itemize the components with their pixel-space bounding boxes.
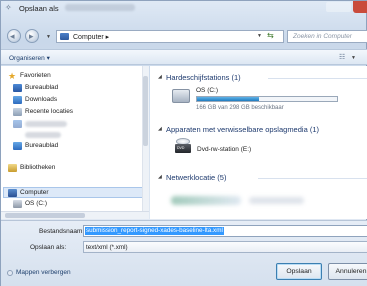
nav-drive-c-label: OS (C:) [25, 200, 48, 207]
desktop-icon [13, 142, 22, 150]
computer-icon [60, 33, 69, 40]
nav-desktop-2[interactable]: Bureaublad [1, 141, 141, 152]
save-type-value: text/xml (*.xml) [86, 244, 128, 251]
nav-favorites-label: Favorieten [20, 72, 51, 79]
address-path[interactable]: Computer ▸ [73, 33, 109, 41]
computer-icon [8, 189, 17, 197]
nav-hscroll-thumb[interactable] [5, 213, 85, 218]
collapse-triangle-icon[interactable]: ◢ [158, 174, 162, 180]
organize-button[interactable]: Organiseren ▾ [9, 54, 50, 62]
blurred-label-2 [25, 132, 61, 138]
save-type-select[interactable]: text/xml (*.xml) [83, 241, 367, 253]
window-title: Opslaan als [19, 4, 59, 13]
cancel-button[interactable]: Annuleren [328, 263, 367, 280]
back-arrow-icon: ◂ [10, 31, 15, 41]
nav-desktop-2-label: Bureaublad [25, 142, 59, 149]
back-button[interactable]: ◂ [7, 29, 21, 43]
app-icon: ✧ [5, 3, 12, 12]
desktop-icon [13, 84, 22, 92]
forward-button[interactable]: ▸ [25, 29, 39, 43]
folder-icon [13, 120, 22, 128]
star-icon: ★ [8, 71, 17, 81]
address-dropdown-icon[interactable]: ▼ [257, 33, 262, 39]
blurred-network-item[interactable] [171, 196, 241, 205]
nav-downloads[interactable]: Downloads [1, 95, 141, 106]
refresh-icon[interactable]: ⇆ [267, 31, 274, 40]
close-button[interactable] [353, 1, 367, 13]
history-dropdown-icon[interactable]: ▼ [46, 34, 51, 40]
nav-computer[interactable]: Computer [1, 188, 141, 199]
navigation-pane: ★ Favorieten Bureaublad Downloads Recent… [1, 66, 149, 219]
nav-libraries-label: Bibliotheken [20, 164, 56, 171]
drive-c-usage-fill [197, 97, 259, 101]
nav-scroll-thumb[interactable] [143, 76, 148, 146]
nav-desktop-label: Bureaublad [25, 84, 59, 91]
save-button[interactable]: Opslaan [276, 263, 322, 280]
command-bar: Organiseren ▾ ☷ ▼ [1, 49, 367, 65]
group-removable[interactable]: ◢ Apparaten met verwisselbare opslagmedi… [150, 125, 367, 135]
filename-input[interactable]: submission_report-signed-xades-baseline-… [83, 225, 367, 237]
recent-places-icon [13, 108, 22, 116]
drive-c-usage-bar [196, 96, 338, 102]
dvd-icon-label: DVD [177, 146, 185, 150]
nav-recent[interactable]: Recente locaties [1, 107, 141, 118]
nav-computer-label: Computer [20, 189, 49, 196]
nav-blurred-item-2[interactable] [1, 130, 141, 141]
save-as-dialog: ✧ Opslaan als ◂ ▸ ▼ Computer ▸ ▼ ⇆ Zoeke… [0, 0, 367, 286]
search-placeholder: Zoeken in Computer [293, 33, 352, 40]
group-hard-drives-label: Hardeschijfstations (1) [166, 73, 241, 82]
drive-c-space: 166 GB van 298 GB beschikbaar [196, 105, 284, 111]
nav-blurred-item[interactable] [1, 119, 141, 130]
collapse-triangle-icon[interactable]: ◢ [158, 126, 162, 132]
collapse-triangle-icon[interactable]: ◢ [158, 74, 162, 80]
forward-arrow-icon: ▸ [29, 31, 34, 41]
nav-desktop[interactable]: Bureaublad [1, 83, 141, 94]
group-divider [258, 178, 367, 179]
chevron-up-icon [7, 270, 13, 276]
group-network-label: Netwerklocatie (5) [166, 173, 227, 182]
group-hard-drives[interactable]: ◢ Hardeschijfstations (1) [150, 73, 367, 83]
view-options-icon[interactable]: ☷ [339, 53, 345, 61]
window-controls[interactable] [326, 2, 351, 12]
address-bar[interactable]: Computer ▸ [56, 30, 284, 43]
group-divider [268, 78, 367, 79]
blurred-title-text [65, 4, 135, 11]
drive-c-name[interactable]: OS (C:) [196, 87, 218, 94]
drive-icon [13, 200, 22, 208]
nav-favorites[interactable]: ★ Favorieten [1, 71, 141, 82]
blurred-label [25, 121, 67, 127]
libraries-icon [8, 164, 17, 172]
group-removable-label: Apparaten met verwisselbare opslagmedia … [166, 125, 319, 134]
blurred-network-item-2[interactable] [249, 197, 304, 204]
nav-libraries[interactable]: Bibliotheken [1, 163, 141, 174]
nav-drive-c[interactable]: OS (C:) [1, 199, 141, 210]
filename-value[interactable]: submission_report-signed-xades-baseline-… [85, 227, 224, 235]
dvd-drive-name[interactable]: Dvd-rw-station (E:) [197, 146, 251, 153]
group-network[interactable]: ◢ Netwerklocatie (5) [150, 173, 367, 183]
save-type-label: Opslaan als: [30, 244, 67, 251]
nav-downloads-label: Downloads [25, 96, 58, 103]
downloads-icon [13, 96, 22, 104]
filename-label: Bestandsnaam: [39, 228, 85, 235]
view-dropdown-icon[interactable]: ▼ [351, 55, 356, 61]
dvd-drive-icon[interactable]: DVD [175, 138, 191, 154]
search-input[interactable]: Zoeken in Computer [287, 30, 367, 43]
dvd-box: DVD [175, 144, 191, 153]
hide-folders-label: Mappen verbergen [16, 269, 71, 276]
hard-drive-icon[interactable] [172, 89, 190, 103]
title-bar[interactable]: ✧ Opslaan als [1, 1, 367, 23]
nav-recent-label: Recente locaties [25, 108, 74, 115]
